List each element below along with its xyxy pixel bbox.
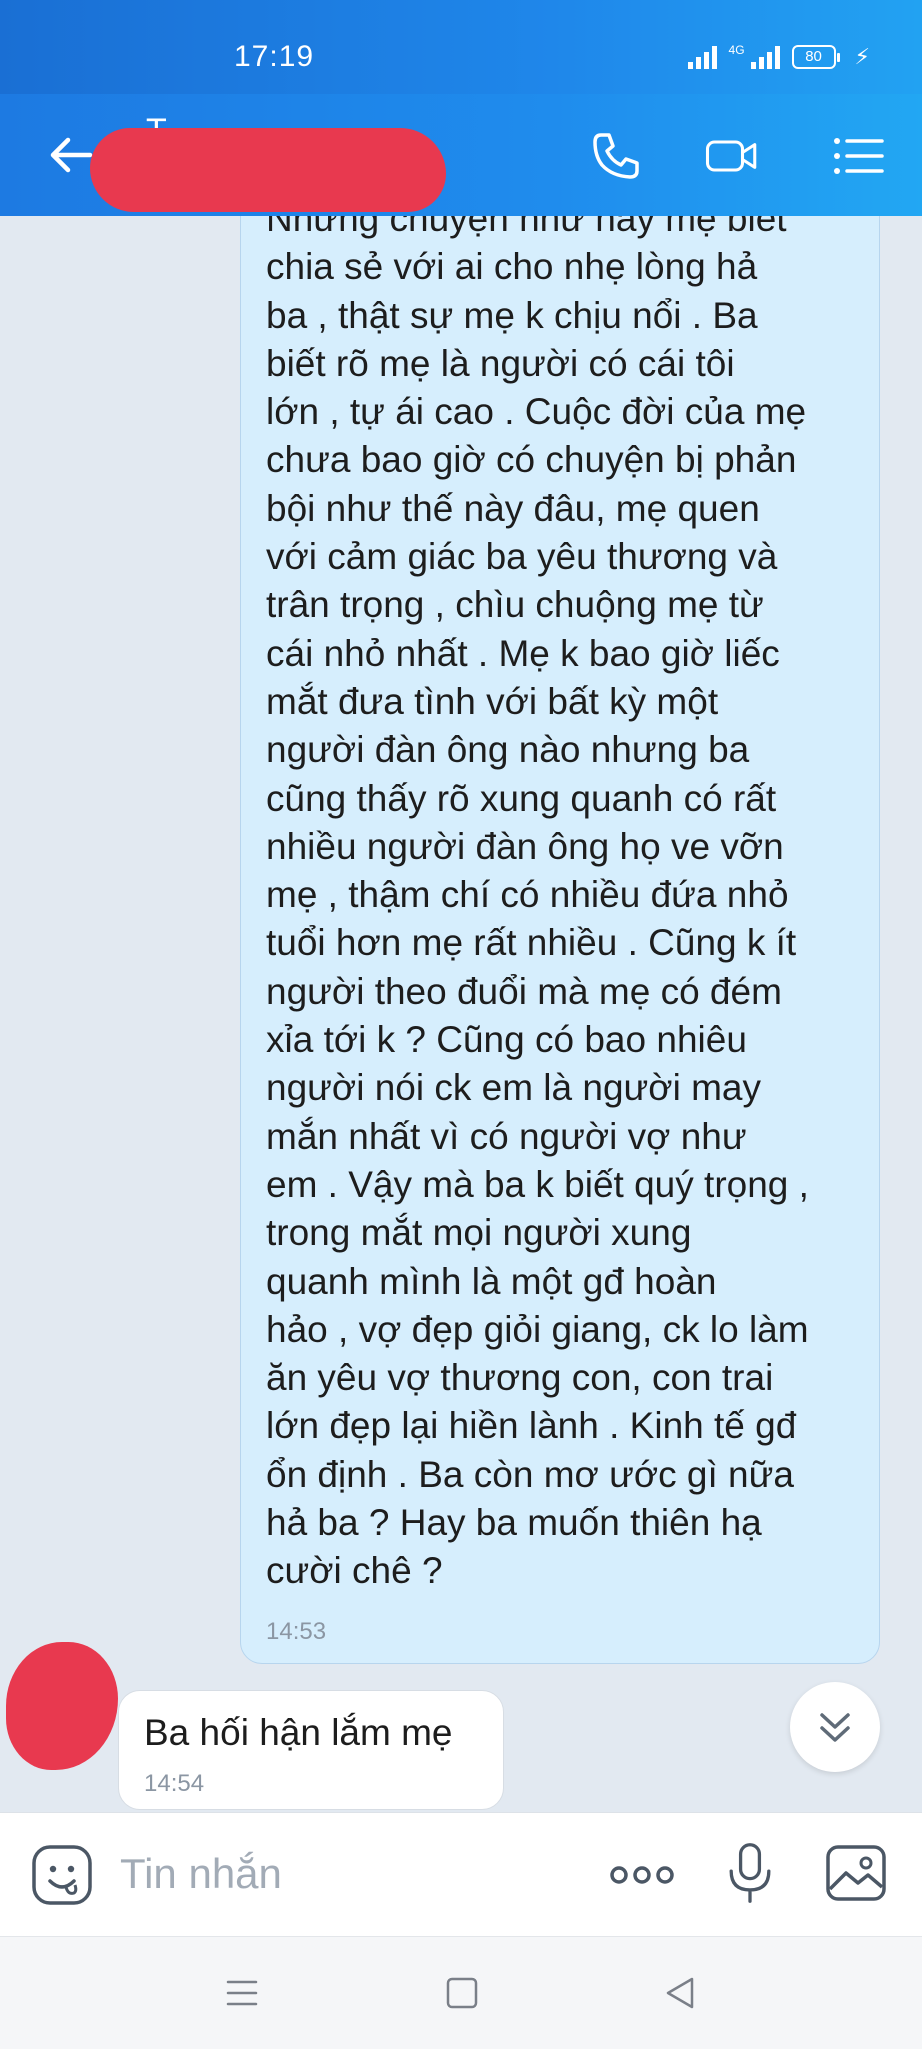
nav-back-icon[interactable] <box>658 1971 702 2015</box>
battery-level: 80 <box>791 45 836 69</box>
message-time: 14:53 <box>266 1618 327 1645</box>
message-input[interactable] <box>118 1843 592 1905</box>
system-nav-bar <box>0 1936 922 2049</box>
redaction-mark <box>6 1642 118 1770</box>
message-time: 14:54 <box>144 1770 205 1797</box>
scroll-down-icon <box>820 1713 850 1742</box>
nav-menu-icon[interactable] <box>220 1971 264 2015</box>
redaction-mark <box>90 128 446 212</box>
microphone-icon[interactable] <box>718 1841 782 1905</box>
emoji-icon[interactable] <box>30 1843 94 1907</box>
message-list[interactable]: Những chuyện như này mẹ biết chia sẻ với… <box>0 216 922 1812</box>
status-bar: 17:19 4G 80 ⚡ <box>0 0 922 94</box>
charging-icon: ⚡ <box>854 44 870 69</box>
scroll-to-bottom-button[interactable] <box>790 1682 880 1772</box>
nav-home-icon[interactable] <box>440 1971 484 2015</box>
image-icon[interactable] <box>824 1841 888 1905</box>
signal-4g-icon <box>750 45 780 69</box>
video-call-icon[interactable] <box>704 128 760 184</box>
message-composer <box>0 1812 922 1937</box>
phone-icon[interactable] <box>588 128 644 184</box>
menu-list-icon[interactable] <box>830 128 886 184</box>
chat-header: T ức <box>0 94 922 216</box>
more-icon[interactable] <box>606 1843 678 1907</box>
message-text: Ba hối hận lắm mẹ <box>144 1712 453 1753</box>
status-time: 17:19 <box>234 40 315 73</box>
battery-icon: 80 <box>791 45 840 69</box>
status-indicators: 4G 80 ⚡ <box>687 43 870 70</box>
signal-icon <box>687 45 717 69</box>
message-text: Những chuyện như này mẹ biết chia sẻ với… <box>266 216 809 1592</box>
network-type: 4G <box>728 43 745 57</box>
